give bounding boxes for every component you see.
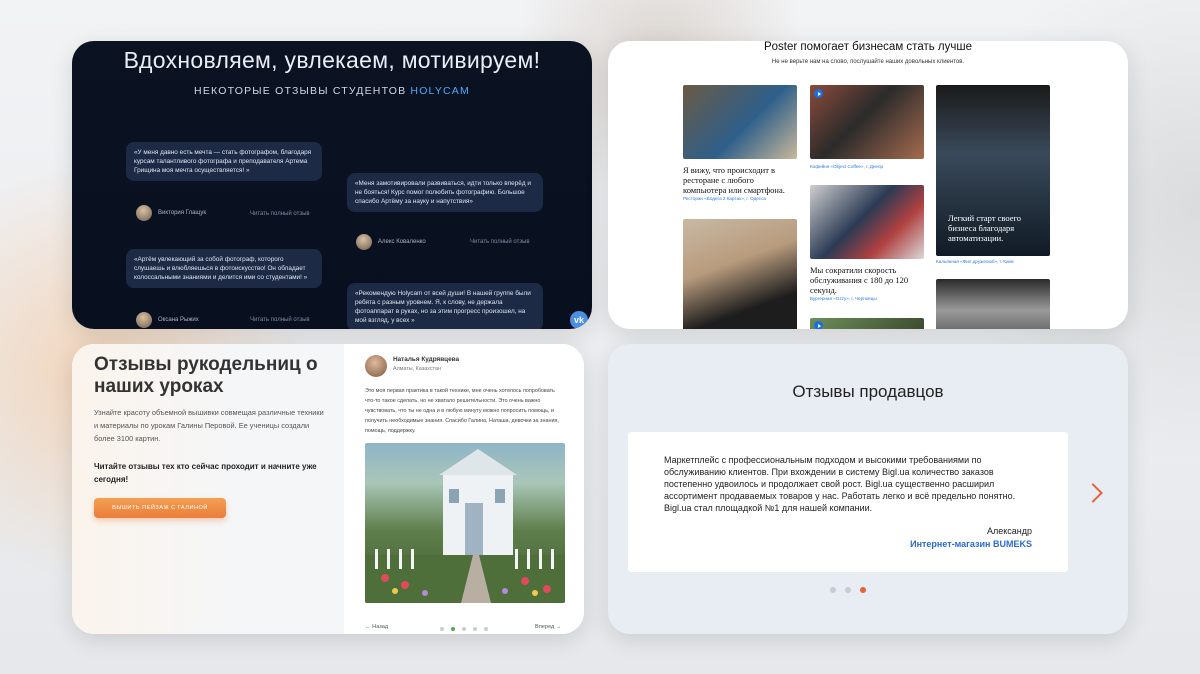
page-dot[interactable] (484, 627, 488, 631)
review-caption: Легкий старт своего бизнеса благодаря ав… (948, 213, 1022, 243)
holycam-reviews-card: Вдохновляем, увлекаем, мотивируем! НЕКОТ… (72, 41, 592, 329)
slider-dot[interactable] (830, 587, 836, 593)
client-photo[interactable] (683, 219, 797, 329)
reviewer-name: Наталья Кудрявцева (393, 356, 460, 363)
review-text: Это моя первая практика в такой технике,… (365, 388, 559, 434)
vk-icon[interactable]: vk (570, 311, 588, 329)
review-author: Виктория Глащук (136, 205, 206, 221)
card1-subtitle: НЕКОТОРЫЕ ОТЗЫВЫ СТУДЕНТОВ HOLYCAM (194, 85, 470, 97)
review-bubble: «У меня давно есть мечта — стать фотогра… (126, 142, 322, 181)
review-bubble: «Меня замотивировали развиваться, идти т… (347, 173, 543, 212)
page-dot-active[interactable] (451, 627, 455, 631)
review-caption: Мы сократили скорость обслуживания с 180… (810, 265, 909, 295)
review-author: Оксана Рыжих (136, 312, 199, 328)
card2-subtitle: Не не верьте нам на слово, послушайте на… (771, 59, 965, 65)
embroidery-picture (365, 443, 565, 603)
read-full-review-link[interactable]: Читать полный отзыв (250, 317, 310, 323)
brand-name: HOLYCAM (410, 85, 470, 97)
poster-reviews-card: Poster помогает бизнесам стать лучше Не … (608, 41, 1128, 329)
client-photo[interactable] (810, 185, 924, 259)
testimonial-company[interactable]: Интернет-магазин BUMEKS (910, 539, 1032, 549)
review-author: Алекс Коваленко (356, 234, 426, 250)
review-bubble: «Рекомендую Holycam от всей души! В наше… (347, 283, 543, 329)
read-full-review-link[interactable]: Читать полный отзыв (250, 211, 310, 217)
card3-title: Отзывы рукодельниц о наших уроках (94, 354, 318, 397)
testimonial-box: Маркетплейс с профессиональным подходом … (628, 432, 1068, 572)
slider-dot-active[interactable] (860, 587, 866, 593)
client-video-thumbnail[interactable] (810, 85, 924, 159)
play-icon[interactable] (814, 321, 823, 329)
client-video-thumbnail[interactable] (810, 318, 924, 329)
review-caption: Я вижу, что происходит в ресторане с люб… (683, 165, 785, 195)
client-link[interactable]: Бургерная «Ozzy», г. Черновцы (810, 296, 877, 301)
read-full-review-link[interactable]: Читать полный отзыв (470, 239, 530, 245)
slider-dots (830, 587, 866, 593)
avatar (136, 205, 152, 221)
sellers-reviews-card: Отзывы продавцов Маркетплейс с профессио… (608, 344, 1128, 634)
testimonial-author: Александр (986, 526, 1032, 536)
embroidery-reviews-card: Отзывы рукодельниц о наших уроках Узнайт… (72, 344, 584, 634)
client-link[interactable]: Кофейня «Object Coffee», г. Днепр (810, 164, 883, 169)
card1-title: Вдохновляем, увлекаем, мотивируем! (123, 47, 541, 73)
review-panel: Наталья Кудрявцева Алматы, Казахстан Это… (345, 344, 584, 634)
embroider-landscape-button[interactable]: ВЫШИТЬ ПЕЙЗАЖ С ГАЛИНОЙ (94, 498, 226, 518)
card3-description: Узнайте красоту объемной вышивки совмеща… (94, 408, 324, 443)
client-link[interactable]: Ресторан «Бодега 2 Картах», г. Одесса (683, 196, 766, 201)
page-dot[interactable] (462, 627, 466, 631)
prev-review-button[interactable]: ← Назад (365, 624, 388, 630)
client-photo[interactable] (936, 279, 1050, 329)
avatar (136, 312, 152, 328)
play-icon[interactable] (814, 89, 823, 98)
client-link[interactable]: Кальянная «Фил дружелюб», г. Киев (936, 259, 1014, 264)
card4-title: Отзывы продавцов (792, 382, 944, 401)
card3-call-to-action: Читайте отзывы тех кто сейчас проходит и… (94, 462, 317, 484)
pagination-dots (440, 627, 488, 631)
card2-title: Poster помогает бизнесам стать лучше (763, 41, 972, 53)
page-dot[interactable] (473, 627, 477, 631)
intro-panel: Отзывы рукодельниц о наших уроках Узнайт… (72, 344, 344, 634)
chevron-right-icon[interactable] (1083, 483, 1103, 503)
testimonial-text: Маркетплейс с профессиональным подходом … (664, 455, 1016, 513)
next-review-button[interactable]: Вперед → (535, 624, 561, 630)
reviewer-location: Алматы, Казахстан (393, 366, 441, 372)
page-dot[interactable] (440, 627, 444, 631)
client-photo[interactable] (683, 85, 797, 159)
review-bubble: «Артём увлекающий за собой фотограф, кот… (126, 249, 322, 288)
avatar (356, 234, 372, 250)
avatar (365, 355, 387, 377)
slider-dot[interactable] (845, 587, 851, 593)
